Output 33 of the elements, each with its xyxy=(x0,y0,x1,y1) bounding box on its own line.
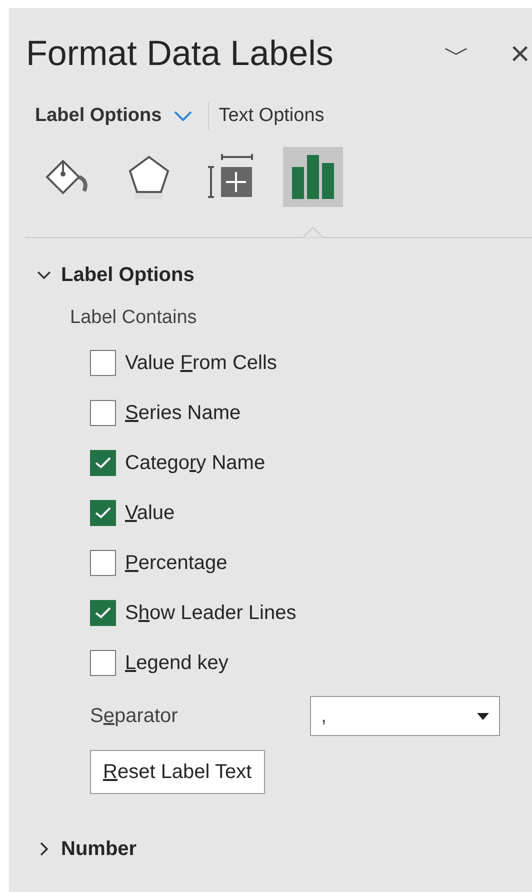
separator-dropdown[interactable]: , xyxy=(310,696,500,736)
checkbox[interactable] xyxy=(90,500,116,526)
icon-tab[interactable] xyxy=(283,146,343,206)
dropdown-arrow-icon xyxy=(477,712,489,720)
checkbox[interactable] xyxy=(90,650,116,676)
check-icon xyxy=(95,457,111,469)
checkbox-label[interactable]: Legend key xyxy=(125,648,228,678)
pane-title: Format Data Labels xyxy=(26,32,334,75)
checkbox-label[interactable]: Value From Cells xyxy=(125,348,277,378)
checkbox-label[interactable]: Series Name xyxy=(125,398,241,428)
chevron-icon xyxy=(174,111,192,122)
reset-button[interactable]: Reset Label Text xyxy=(90,750,265,794)
checkbox[interactable] xyxy=(90,600,116,626)
section-header[interactable]: Label Options xyxy=(37,260,194,290)
checkbox-label[interactable]: Show Leader Lines xyxy=(125,598,296,628)
checkbox-label[interactable]: Category Name xyxy=(125,448,266,478)
check-icon xyxy=(95,507,111,519)
bar-chart-icon xyxy=(292,154,334,198)
close-button[interactable]: × xyxy=(510,37,530,71)
checkbox-label[interactable]: Percentage xyxy=(125,548,228,578)
size-position-icon xyxy=(208,152,254,200)
checkbox[interactable] xyxy=(90,350,116,376)
section-header[interactable]: Number xyxy=(37,834,137,864)
tab[interactable]: Label Options xyxy=(35,102,200,130)
dropdown-button[interactable]: ﹀ xyxy=(444,41,470,67)
checkbox[interactable] xyxy=(90,550,116,576)
check-icon xyxy=(95,607,111,619)
checkbox[interactable] xyxy=(90,450,116,476)
checkbox[interactable] xyxy=(90,400,116,426)
group-label: Label Contains xyxy=(70,306,198,330)
tab[interactable]: Text Options xyxy=(218,102,332,130)
checkbox-label[interactable]: Value xyxy=(125,498,175,528)
separator-label: Separator xyxy=(90,704,178,729)
